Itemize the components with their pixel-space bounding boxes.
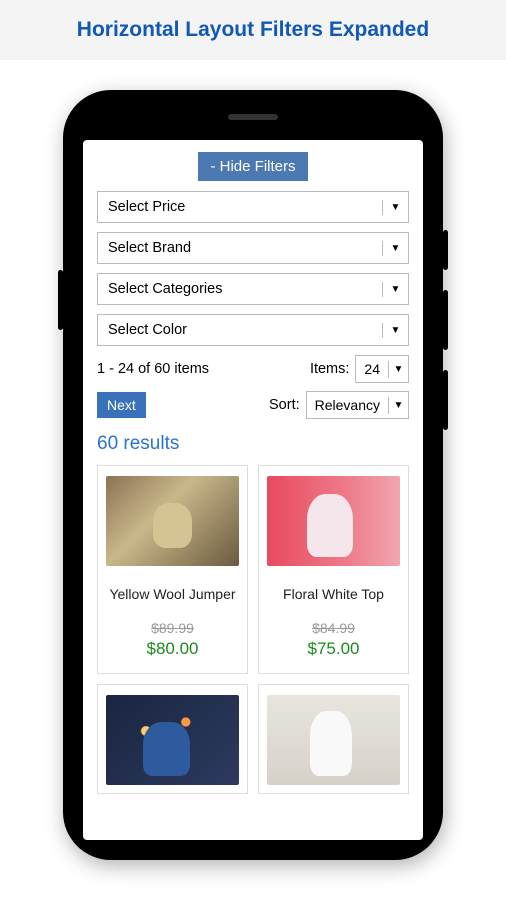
select-brand[interactable]: Select Brand ▼ [97,232,409,264]
caret-down-icon: ▼ [388,397,408,414]
items-value: 24 [356,356,388,382]
sort-value: Relevancy [307,392,388,418]
items-per-page-select[interactable]: 24 ▼ [355,355,409,383]
product-image [106,695,239,785]
phone-speaker [228,114,278,120]
select-label: Select Categories [108,281,222,297]
pagination-row-2: Next Sort: Relevancy ▼ [97,391,409,419]
phone-side-button [58,270,63,330]
product-card[interactable]: Floral White Top $84.99 $75.00 [258,465,409,674]
product-grid: Yellow Wool Jumper $89.99 $80.00 Floral … [97,465,409,794]
phone-side-button [443,230,448,270]
page-header: Horizontal Layout Filters Expanded [0,0,506,60]
results-count: 60 results [97,433,409,455]
caret-down-icon: ▼ [382,241,408,256]
product-old-price: $89.99 [106,620,239,636]
phone-side-button [443,290,448,350]
product-image [267,476,400,566]
product-card[interactable]: Yellow Wool Jumper $89.99 $80.00 [97,465,248,674]
caret-down-icon: ▼ [382,323,408,338]
product-old-price: $84.99 [267,620,400,636]
select-color[interactable]: Select Color ▼ [97,314,409,346]
phone-screen: - Hide Filters Select Price ▼ Select Bra… [83,140,423,840]
product-image [267,695,400,785]
range-text: 1 - 24 of 60 items [97,361,209,377]
caret-down-icon: ▼ [382,282,408,297]
product-new-price: $80.00 [106,639,239,659]
pagination-row-1: 1 - 24 of 60 items Items: 24 ▼ [97,355,409,383]
items-label: Items: [310,361,349,377]
select-categories[interactable]: Select Categories ▼ [97,273,409,305]
phone-frame: - Hide Filters Select Price ▼ Select Bra… [63,90,443,860]
select-label: Select Brand [108,240,191,256]
select-price[interactable]: Select Price ▼ [97,191,409,223]
next-button[interactable]: Next [97,392,146,418]
product-new-price: $75.00 [267,639,400,659]
select-label: Select Price [108,199,185,215]
product-image [106,476,239,566]
select-label: Select Color [108,322,187,338]
phone-side-button [443,370,448,430]
product-card[interactable] [97,684,248,794]
product-name: Floral White Top [267,586,400,602]
product-name: Yellow Wool Jumper [106,586,239,602]
sort-select[interactable]: Relevancy ▼ [306,391,409,419]
caret-down-icon: ▼ [388,361,408,378]
caret-down-icon: ▼ [382,200,408,215]
sort-label: Sort: [269,397,300,413]
phone-container: - Hide Filters Select Price ▼ Select Bra… [0,90,506,860]
hide-filters-button[interactable]: - Hide Filters [198,152,307,181]
page-title: Horizontal Layout Filters Expanded [0,18,506,42]
product-card[interactable] [258,684,409,794]
